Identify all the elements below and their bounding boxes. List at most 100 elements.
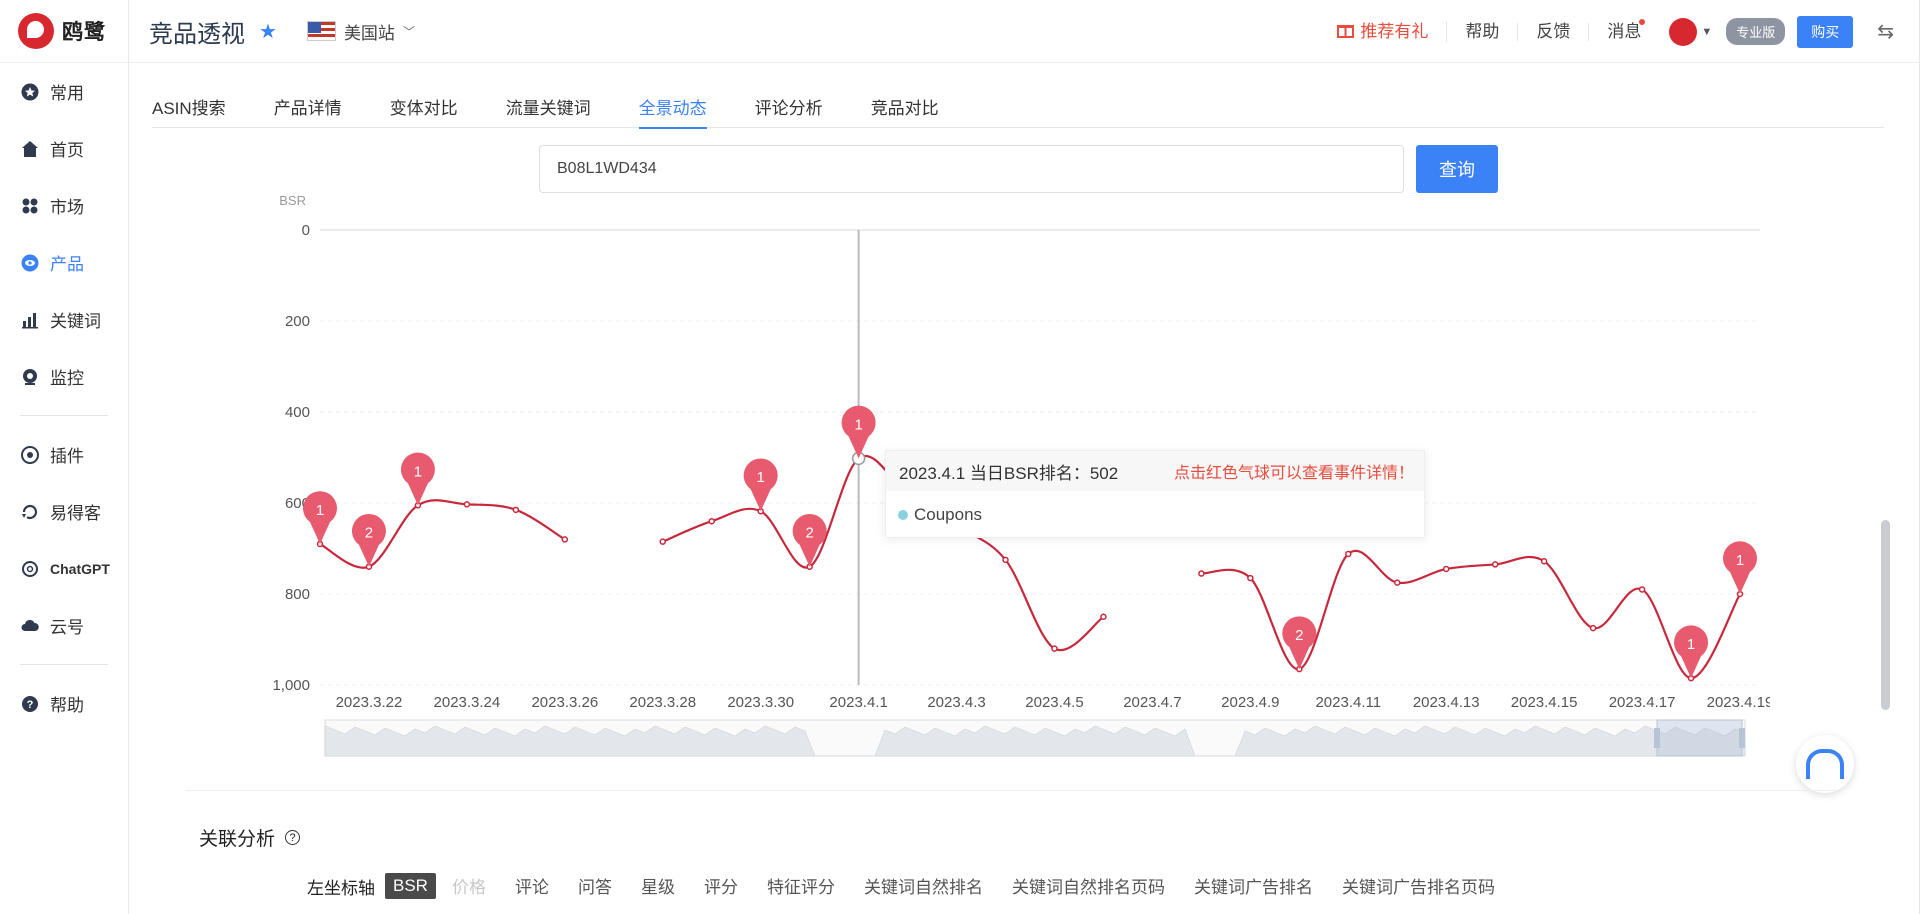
sidebar-item-keywords[interactable]: 关键词 — [0, 291, 128, 348]
messages-link[interactable]: 消息 — [1589, 18, 1659, 41]
balloon-label[interactable]: 1 — [1687, 636, 1695, 653]
tab-competitor-compare[interactable]: 竞品对比 — [871, 78, 939, 128]
feedback-link[interactable]: 反馈 — [1518, 22, 1590, 41]
sidebar-item-label: 监控 — [50, 369, 84, 388]
data-point — [1198, 570, 1205, 577]
sidebar-item-label: 云号 — [50, 618, 84, 637]
sidebar-item-label: 插件 — [50, 447, 84, 466]
data-point — [1393, 579, 1401, 586]
event-balloon[interactable]: 1 — [841, 405, 876, 459]
balloon-label[interactable]: 1 — [1736, 552, 1744, 569]
tab-variant-compare[interactable]: 变体对比 — [390, 78, 458, 128]
sidebar-item-plugin[interactable]: 插件 — [0, 426, 128, 483]
axis-option[interactable]: 关键词自然排名 — [864, 873, 983, 899]
reward-link[interactable]: 推荐有礼 — [1319, 21, 1448, 42]
question-icon[interactable]: ? — [285, 830, 301, 845]
data-point — [1589, 624, 1597, 632]
axis-option: 价格 — [451, 878, 486, 897]
bsr-line — [1201, 550, 1741, 680]
search-button[interactable]: 查询 — [1416, 145, 1498, 193]
sidebar-item-monitor[interactable]: 监控 — [0, 348, 128, 405]
sidebar-item-home[interactable]: 首页 — [0, 120, 128, 177]
tab-traffic-keywords[interactable]: 流量关键词 — [506, 78, 591, 128]
star-badge-icon — [20, 82, 40, 102]
axis-option[interactable]: 星级 — [641, 873, 675, 899]
x-tick-label: 2023.3.28 — [629, 694, 696, 711]
buy-button[interactable]: 购买 — [1797, 15, 1854, 48]
section-divider — [186, 790, 1836, 791]
balloon-label[interactable]: 1 — [316, 502, 324, 519]
event-balloon[interactable]: 1 — [303, 491, 337, 544]
logo[interactable]: 鸥鹭 — [0, 0, 128, 63]
y-tick-label: 200 — [285, 313, 310, 330]
balloon-label[interactable]: 1 — [854, 416, 862, 433]
customer-service-icon[interactable] — [1796, 735, 1854, 793]
sidebar-item-yideke[interactable]: 易得客 — [0, 483, 128, 540]
y-axis-label: BSR — [279, 195, 306, 208]
sidebar-item-cloud[interactable]: 云号 — [0, 597, 128, 654]
data-point — [1345, 550, 1352, 558]
sidebar-item-chatgpt[interactable]: ChatGPT — [0, 540, 128, 597]
grid-icon — [20, 196, 40, 216]
axis-option[interactable]: 关键词广告排名页码 — [1342, 873, 1495, 899]
avatar[interactable] — [1669, 17, 1698, 46]
axis-option[interactable]: BSR — [385, 873, 436, 899]
tab-asin-search[interactable]: ASIN搜索 — [152, 78, 226, 128]
data-zoom-handle-right — [1739, 728, 1745, 748]
axis-option[interactable]: 关键词广告排名 — [1194, 873, 1313, 899]
data-point — [1491, 561, 1499, 568]
tab-product-detail[interactable]: 产品详情 — [274, 78, 342, 128]
vertical-scrollbar[interactable] — [1881, 520, 1890, 710]
axis-option[interactable]: 特征评分 — [767, 873, 835, 899]
event-balloon[interactable]: 2 — [351, 513, 386, 567]
tab-panorama[interactable]: 全景动态 — [638, 78, 707, 129]
event-balloon[interactable]: 1 — [1723, 541, 1758, 594]
site-label: 美国站 — [343, 23, 395, 43]
asin-search-input[interactable] — [539, 145, 1404, 193]
page-title: 竞品透视 — [149, 20, 245, 48]
help-link[interactable]: 帮助 — [1447, 22, 1519, 41]
svg-text:?: ? — [27, 699, 34, 711]
x-tick-label: 2023.3.24 — [434, 694, 501, 711]
sidebar-item-market[interactable]: 市场 — [0, 177, 128, 234]
x-tick-label: 2023.4.15 — [1511, 694, 1578, 711]
y-tick-label: 0 — [302, 222, 310, 239]
tab-bar: ASIN搜索 产品详情 变体对比 流量关键词 全景动态 评论分析 竞品对比 — [152, 78, 1884, 129]
sidebar-item-label: 易得客 — [50, 504, 101, 523]
site-selector[interactable]: 美国站 ﹀ — [306, 19, 415, 44]
home-icon — [20, 139, 40, 159]
balloon-label[interactable]: 2 — [805, 525, 813, 542]
balloon-label[interactable]: 1 — [414, 463, 422, 480]
sidebar-item-label: ChatGPT — [50, 560, 110, 577]
eye-icon — [20, 253, 40, 273]
event-balloon[interactable]: 2 — [792, 513, 827, 567]
caret-down-icon[interactable]: ▼ — [1701, 26, 1712, 38]
left-axis-selector: 左坐标轴 BSR 价格 评论 问答 星级 评分 特征评分 关键词自然排名 关键词自然排名页码 关键… — [307, 873, 1524, 899]
switch-icon[interactable]: ⇆ — [1877, 19, 1894, 44]
data-point — [1100, 613, 1107, 620]
event-balloon[interactable]: 1 — [400, 452, 435, 506]
tab-review-analysis[interactable]: 评论分析 — [755, 78, 823, 128]
sidebar-item-favorites[interactable]: 常用 — [0, 63, 128, 120]
balloon-label[interactable]: 1 — [757, 469, 765, 486]
balloon-label[interactable]: 2 — [365, 525, 373, 542]
tooltip-series-label: Coupons — [914, 505, 983, 524]
event-balloon[interactable]: 1 — [743, 458, 778, 512]
x-tick-label: 2023.4.3 — [927, 694, 985, 711]
favorite-star-icon[interactable]: ★ — [259, 19, 277, 44]
data-zoom-handle-left — [1654, 728, 1660, 748]
axis-option[interactable]: 评论 — [515, 873, 549, 899]
sidebar-item-label: 常用 — [50, 84, 84, 103]
axis-option[interactable]: 关键词自然排名页码 — [1012, 873, 1165, 899]
sidebar: 鸥鹭 常用首页 市场产品关键词监控 插件易得客 ChatGPT 云号 ? 帮助 — [0, 0, 129, 914]
data-point — [1051, 645, 1058, 652]
axis-option[interactable]: 问答 — [578, 873, 612, 899]
axis-option[interactable]: 评分 — [704, 873, 738, 899]
sidebar-item-label: 产品 — [50, 255, 84, 274]
sidebar-item-label: 关键词 — [50, 312, 101, 331]
tooltip-hint: 点击红色气球可以查看事件详情！ — [1173, 465, 1414, 482]
balloon-label[interactable]: 2 — [1295, 627, 1303, 644]
sidebar-item-help[interactable]: ? 帮助 — [0, 675, 128, 732]
sidebar-item-product[interactable]: 产品 — [0, 234, 128, 291]
chatgpt-icon — [20, 559, 40, 579]
